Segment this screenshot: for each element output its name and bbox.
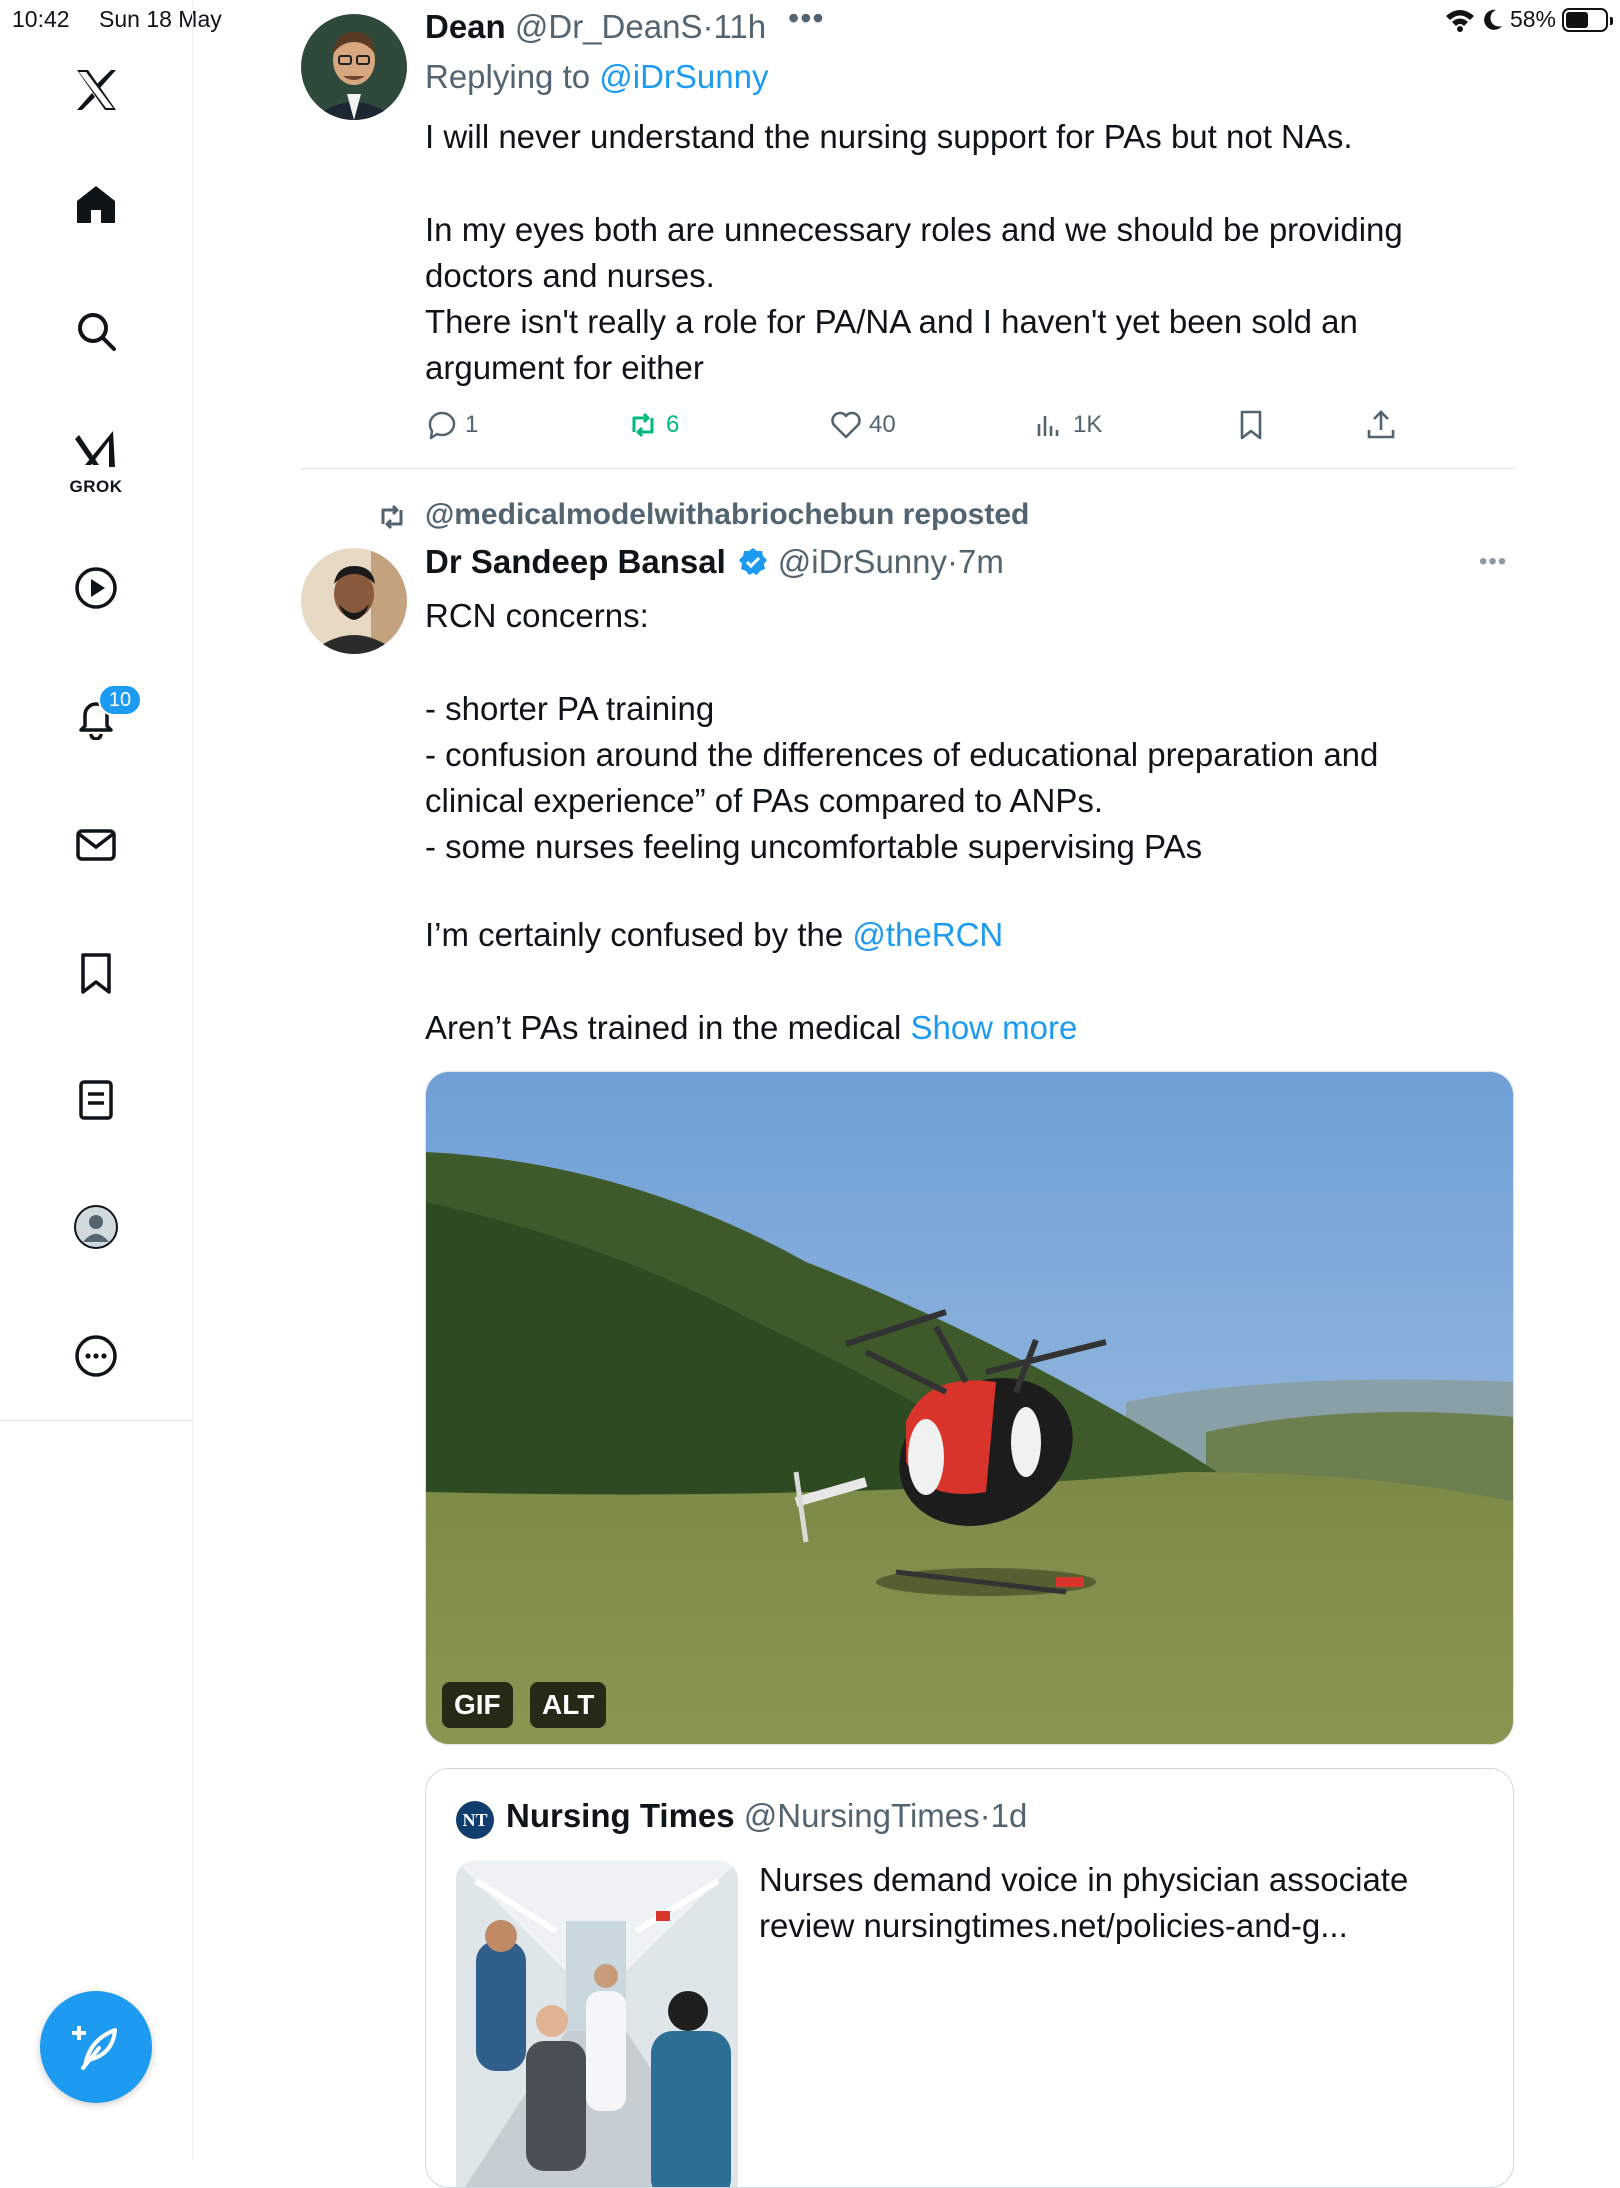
tweet-divider bbox=[300, 468, 1514, 469]
moon-icon bbox=[1484, 9, 1502, 30]
dot-separator: · bbox=[947, 543, 959, 580]
bookmark-action[interactable] bbox=[1234, 408, 1268, 442]
profile-icon[interactable] bbox=[62, 1193, 130, 1261]
nursing-times-logo-icon: NT bbox=[456, 1801, 494, 1839]
repost-icon bbox=[381, 504, 403, 530]
views-icon bbox=[1037, 416, 1059, 436]
tweet-time: 11h bbox=[713, 8, 767, 45]
compose-button[interactable] bbox=[40, 1991, 152, 2103]
tweet-mention-line: I’m certainly confused by the @theRCN bbox=[425, 912, 1455, 958]
search-icon[interactable] bbox=[62, 297, 130, 365]
quote-author-name[interactable]: Nursing Times bbox=[506, 1797, 735, 1834]
gif-badge: GIF bbox=[442, 1682, 513, 1728]
compose-icon bbox=[72, 2026, 117, 2070]
quote-author-handle[interactable]: @NursingTimes bbox=[744, 1797, 980, 1834]
home-icon[interactable] bbox=[62, 170, 130, 238]
author-name[interactable]: Dr Sandeep Bansal bbox=[425, 543, 726, 581]
author-handle[interactable]: @iDrSunny bbox=[778, 543, 947, 581]
tweet-time: 7m bbox=[958, 543, 1004, 580]
hospital-corridor-image bbox=[456, 1861, 738, 2187]
sidebar: GROK 10 bbox=[0, 0, 193, 2160]
quoted-tweet[interactable]: NT Nursing Times @NursingTimes·1d Nurses… bbox=[425, 1768, 1514, 2188]
reply-count: 1 bbox=[465, 411, 479, 438]
mention-prefix: I’m certainly confused by the bbox=[425, 916, 853, 953]
helicopter-image bbox=[426, 1072, 1513, 1744]
play-icon[interactable] bbox=[62, 554, 130, 622]
dot-separator: · bbox=[979, 1797, 991, 1834]
views-count: 1K bbox=[1073, 411, 1103, 438]
more-options-icon[interactable]: ••• bbox=[1479, 548, 1507, 576]
x-logo-icon[interactable] bbox=[62, 56, 130, 124]
more-circle-icon[interactable] bbox=[62, 1322, 130, 1390]
repost-icon bbox=[632, 412, 654, 438]
dot-separator: · bbox=[702, 8, 714, 45]
bookmark-icon[interactable] bbox=[62, 939, 130, 1007]
wifi-icon bbox=[1445, 9, 1474, 32]
verified-badge-icon bbox=[738, 548, 767, 575]
tweet-truncated-line: Aren’t PAs trained in the medical Show m… bbox=[425, 1005, 1455, 1051]
mention-link[interactable]: @theRCN bbox=[852, 916, 1003, 953]
tweet-text: I will never understand the nursing supp… bbox=[425, 118, 1403, 387]
battery-fill bbox=[1566, 11, 1589, 28]
quote-text: Nurses demand voice in physician associa… bbox=[759, 1861, 1409, 1944]
replying-to: Replying to @iDrSunny bbox=[425, 58, 769, 96]
bookmark-icon bbox=[1240, 410, 1262, 440]
like-action[interactable]: 40 bbox=[829, 408, 896, 442]
avatar[interactable] bbox=[301, 14, 407, 120]
reply-action[interactable]: 1 bbox=[425, 408, 478, 442]
reply-icon bbox=[428, 411, 456, 440]
battery-percent: 58% bbox=[1509, 6, 1556, 32]
grok-label: GROK bbox=[69, 477, 123, 496]
quote-time: 1d bbox=[990, 1797, 1028, 1834]
replying-handle[interactable]: @iDrSunny bbox=[599, 58, 768, 95]
show-more-link[interactable]: Show more bbox=[910, 1009, 1077, 1046]
tweet-media-gif[interactable]: GIF ALT bbox=[425, 1071, 1514, 1745]
share-action[interactable] bbox=[1364, 408, 1398, 442]
grok-icon[interactable] bbox=[62, 416, 130, 484]
author-name[interactable]: Dean bbox=[425, 8, 506, 45]
battery-icon bbox=[1562, 7, 1613, 32]
share-icon bbox=[1367, 410, 1395, 439]
quote-header: Nursing Times @NursingTimes·1d bbox=[506, 1797, 1027, 1835]
views-action[interactable]: 1K bbox=[1033, 408, 1102, 442]
heart-icon bbox=[831, 411, 861, 439]
repost-count: 6 bbox=[666, 411, 680, 438]
repost-action[interactable]: 6 bbox=[626, 408, 679, 442]
avatar[interactable] bbox=[301, 548, 407, 654]
repost-label[interactable]: @medicalmodelwithabriochebun reposted bbox=[425, 498, 1029, 532]
sidebar-divider bbox=[0, 1420, 193, 1421]
alt-badge[interactable]: ALT bbox=[530, 1682, 607, 1728]
quote-thumbnail[interactable] bbox=[456, 1861, 738, 2187]
notification-badge: 10 bbox=[98, 684, 142, 716]
document-icon[interactable] bbox=[62, 1066, 130, 1134]
truncated-text: Aren’t PAs trained in the medical bbox=[425, 1009, 911, 1046]
status-right: 58% bbox=[1444, 6, 1613, 33]
mail-icon[interactable] bbox=[62, 811, 130, 879]
like-count: 40 bbox=[869, 411, 896, 438]
main-header: Dr Sandeep Bansal @iDrSunny · 7m bbox=[425, 543, 1004, 581]
tweet-text: RCN concerns: - shorter PA training - co… bbox=[425, 597, 1379, 866]
replying-prefix: Replying to bbox=[425, 58, 600, 95]
author-handle[interactable]: @Dr_DeanS bbox=[515, 8, 703, 45]
reply-header: Dean @Dr_DeanS·11h bbox=[425, 8, 766, 46]
more-options-icon[interactable]: ••• bbox=[788, 0, 825, 37]
